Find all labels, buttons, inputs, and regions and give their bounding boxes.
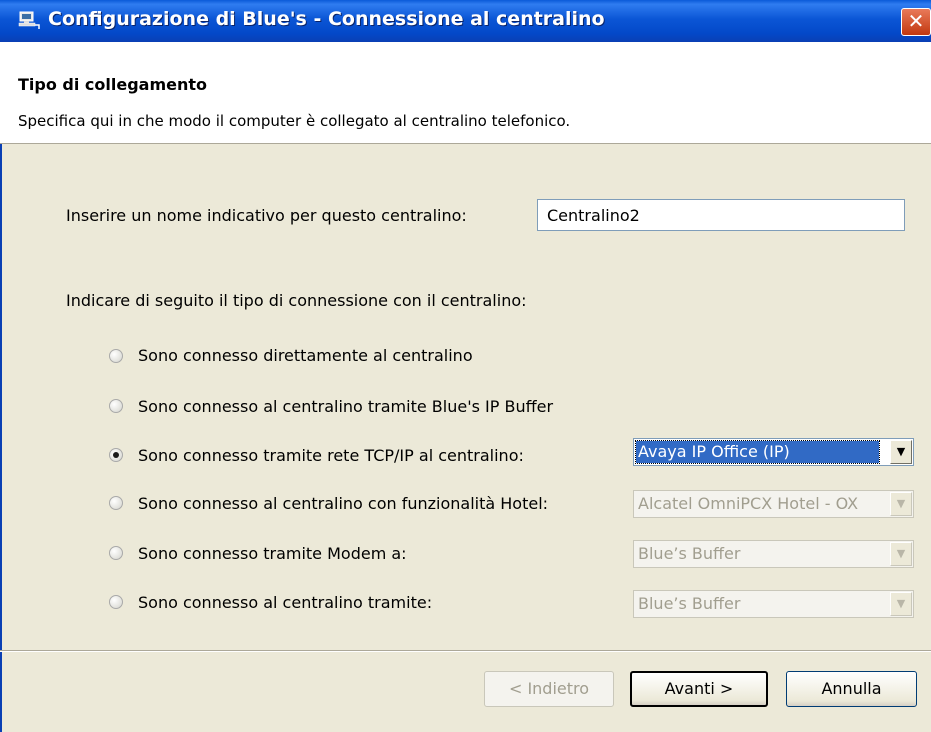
- chevron-down-icon[interactable]: ▼: [890, 440, 912, 464]
- radio-ip-buffer[interactable]: [109, 399, 123, 413]
- connection-type-label: Indicare di seguito il tipo di connessio…: [66, 291, 527, 310]
- modem-select: Blue’s Buffer ▼: [633, 540, 914, 568]
- wizard-header: Tipo di collegamento Specifica qui in ch…: [0, 42, 931, 144]
- footer-divider: [0, 650, 931, 652]
- window-title: Configurazione di Blue's - Connessione a…: [48, 8, 605, 30]
- chevron-down-icon: ▼: [890, 492, 912, 516]
- name-label: Inserire un nome indicativo per questo c…: [66, 206, 467, 225]
- chevron-down-icon: ▼: [890, 592, 912, 616]
- radio-modem-label[interactable]: Sono connesso tramite Modem a:: [138, 544, 407, 563]
- hotel-pbx-select-value: Alcatel OmniPCX Hotel - OX: [638, 494, 859, 513]
- chevron-down-icon: ▼: [890, 542, 912, 566]
- radio-tcpip-label[interactable]: Sono connesso tramite rete TCP/IP al cen…: [138, 446, 524, 465]
- hotel-pbx-select: Alcatel OmniPCX Hotel - OX ▼: [633, 490, 914, 518]
- radio-via[interactable]: [109, 595, 123, 609]
- cancel-button[interactable]: Annulla: [786, 671, 917, 707]
- page-title: Tipo di collegamento: [18, 75, 208, 94]
- next-button[interactable]: Avanti >: [630, 671, 768, 707]
- computer-network-icon: [18, 11, 40, 29]
- back-button[interactable]: < Indietro: [484, 671, 614, 707]
- via-select: Blue’s Buffer ▼: [633, 590, 914, 618]
- page-subtitle: Specifica qui in che modo il computer è …: [18, 112, 571, 130]
- radio-hotel[interactable]: [109, 496, 123, 510]
- modem-select-value: Blue’s Buffer: [638, 544, 741, 563]
- radio-ip-buffer-label[interactable]: Sono connesso al centralino tramite Blue…: [138, 397, 553, 416]
- window-left-border: [0, 144, 2, 732]
- tcpip-pbx-select[interactable]: Avaya IP Office (IP) ▼: [633, 438, 914, 466]
- pbx-name-input[interactable]: Centralino2: [537, 199, 905, 231]
- title-bar[interactable]: Configurazione di Blue's - Connessione a…: [0, 0, 931, 42]
- radio-modem[interactable]: [109, 546, 123, 560]
- radio-direct-connection[interactable]: [109, 349, 123, 363]
- via-select-value: Blue’s Buffer: [638, 594, 741, 613]
- radio-tcpip[interactable]: [109, 448, 123, 462]
- radio-hotel-label[interactable]: Sono connesso al centralino con funziona…: [138, 494, 548, 513]
- radio-direct-connection-label[interactable]: Sono connesso direttamente al centralino: [138, 346, 473, 365]
- tcpip-pbx-select-value: Avaya IP Office (IP): [635, 440, 880, 464]
- radio-via-label[interactable]: Sono connesso al centralino tramite:: [138, 593, 432, 612]
- close-button[interactable]: ✕: [901, 8, 931, 36]
- close-icon: ✕: [907, 9, 925, 33]
- wizard-window: Configurazione di Blue's - Connessione a…: [0, 0, 931, 732]
